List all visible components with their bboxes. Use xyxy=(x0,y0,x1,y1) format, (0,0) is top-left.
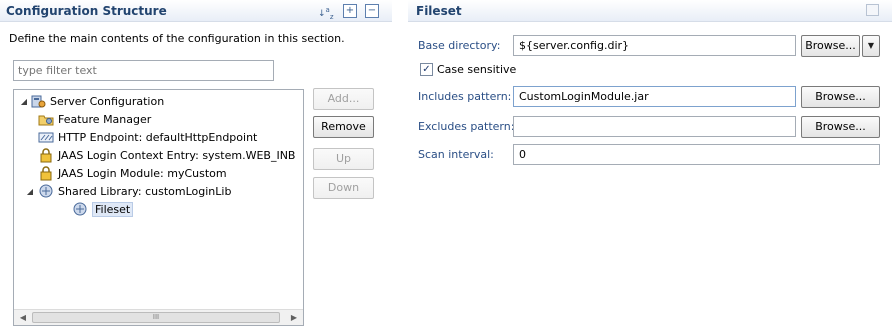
browse-base-directory-button[interactable]: Browse... xyxy=(801,35,860,57)
includes-pattern-field[interactable] xyxy=(513,86,796,107)
section-menu-icon[interactable] xyxy=(866,4,879,16)
configuration-structure-title: Configuration Structure xyxy=(6,4,167,18)
lock-icon xyxy=(38,165,54,181)
shared-library-icon xyxy=(38,183,54,199)
case-sensitive-label: Case sensitive xyxy=(437,63,517,76)
section-description: Define the main contents of the configur… xyxy=(9,32,345,45)
server-config-icon xyxy=(30,93,46,109)
tree-item-label: Feature Manager xyxy=(58,112,152,126)
tree-item-feature-manager[interactable]: Feature Manager xyxy=(38,110,151,128)
tree-item-label: JAAS Login Context Entry: system.WEB_INB xyxy=(58,148,296,162)
tree-item-label: HTTP Endpoint: defaultHttpEndpoint xyxy=(58,130,258,144)
filter-input[interactable] xyxy=(13,60,274,81)
browse-includes-button[interactable]: Browse... xyxy=(801,86,880,108)
base-directory-label: Base directory: xyxy=(418,39,501,52)
tree-item-server-configuration[interactable]: ◢ Server Configuration xyxy=(18,92,164,110)
tree-item-label: Server Configuration xyxy=(50,94,165,108)
tree-item-fileset[interactable]: Fileset xyxy=(72,200,134,218)
tree-item-shared-library[interactable]: ◢ Shared Library: customLoginLib xyxy=(27,182,232,200)
base-directory-dropdown-icon[interactable]: ▼ xyxy=(862,35,880,57)
browse-excludes-button[interactable]: Browse... xyxy=(801,116,880,138)
scroll-right-icon[interactable]: ▶ xyxy=(286,310,302,325)
add-button[interactable]: Add... xyxy=(313,88,374,110)
feature-manager-icon xyxy=(38,111,54,127)
tree-item-jaas-login-context[interactable]: JAAS Login Context Entry: system.WEB_INB xyxy=(38,146,295,164)
up-button[interactable]: Up xyxy=(313,148,374,170)
tree-item-label: JAAS Login Module: myCustom xyxy=(58,166,227,180)
scan-interval-field[interactable] xyxy=(513,144,880,165)
includes-pattern-label: Includes pattern: xyxy=(418,90,512,103)
scroll-left-icon[interactable]: ◀ xyxy=(15,310,31,325)
scan-interval-label: Scan interval: xyxy=(418,148,494,161)
tree-item-label: Fileset xyxy=(92,201,134,217)
fileset-icon xyxy=(72,201,88,217)
fileset-header: Fileset xyxy=(408,0,892,22)
collapse-arrow-icon[interactable]: ◢ xyxy=(18,97,30,106)
lock-icon xyxy=(38,147,54,163)
horizontal-scrollbar[interactable]: ◀ III ▶ xyxy=(14,309,303,325)
case-sensitive-checkbox[interactable]: ✓ xyxy=(420,63,433,76)
excludes-pattern-label: Excludes pattern: xyxy=(418,120,515,133)
configuration-structure-header: Configuration Structure ↓az + − xyxy=(0,0,392,22)
http-endpoint-icon xyxy=(38,129,54,145)
tree-item-jaas-login-module[interactable]: JAAS Login Module: myCustom xyxy=(38,164,227,182)
configuration-tree[interactable]: ◢ Server Configuration Feature Manager H… xyxy=(13,89,304,326)
scrollbar-thumb[interactable]: III xyxy=(32,312,280,323)
collapse-arrow-icon[interactable]: ◢ xyxy=(24,187,36,196)
tree-item-label: Shared Library: customLoginLib xyxy=(58,184,232,198)
sort-alphabetically-icon[interactable]: ↓az xyxy=(318,4,334,21)
collapse-all-icon[interactable]: − xyxy=(365,4,379,18)
excludes-pattern-field[interactable] xyxy=(513,116,796,137)
down-button[interactable]: Down xyxy=(313,177,374,199)
expand-all-icon[interactable]: + xyxy=(343,4,357,18)
base-directory-field[interactable] xyxy=(513,35,796,56)
fileset-title: Fileset xyxy=(416,4,462,18)
tree-item-http-endpoint[interactable]: HTTP Endpoint: defaultHttpEndpoint xyxy=(38,128,257,146)
remove-button[interactable]: Remove xyxy=(313,116,374,138)
